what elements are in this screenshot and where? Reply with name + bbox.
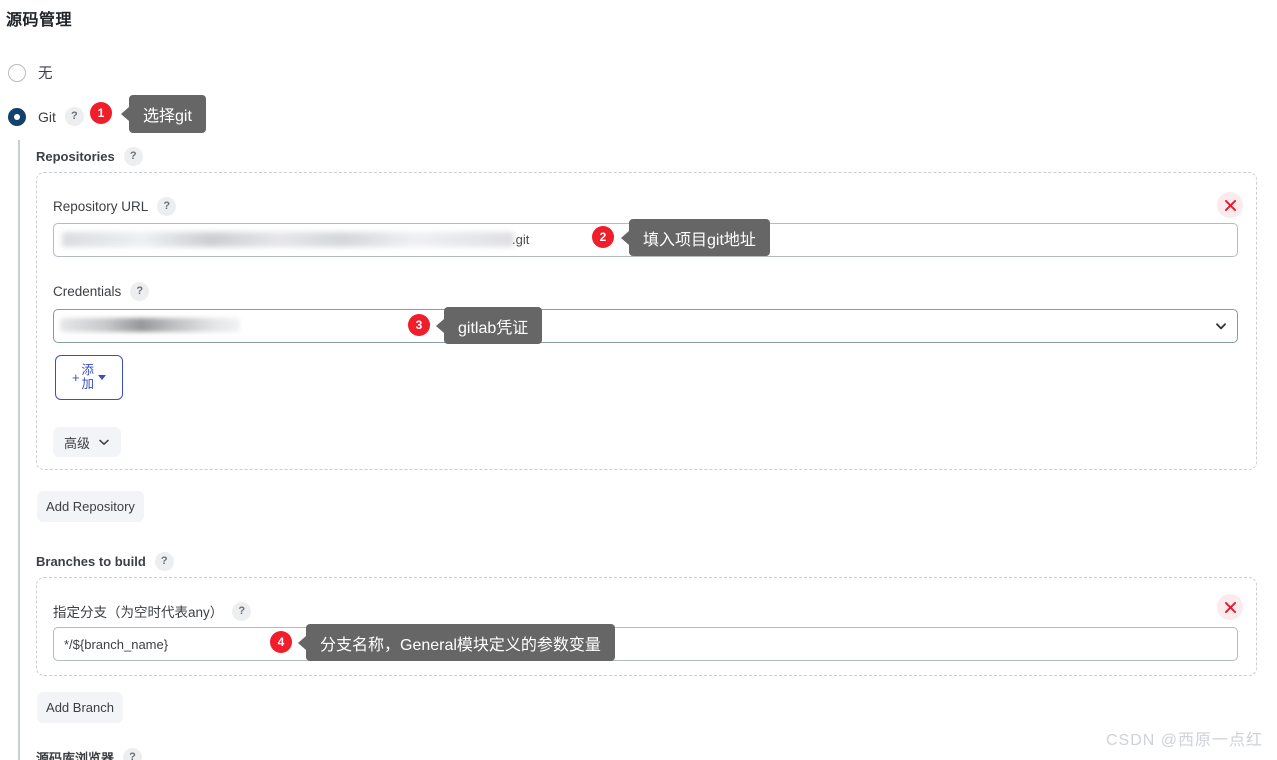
callout-marker-4: 4 — [270, 631, 292, 653]
radio-none[interactable] — [8, 63, 26, 82]
close-icon — [1224, 601, 1236, 613]
credentials-redaction — [60, 318, 240, 332]
help-icon-git[interactable]: ? — [64, 107, 84, 126]
callout-tooltip-4: 分支名称，General模块定义的参数变量 — [298, 624, 615, 661]
repository-url-label: Repository URL — [53, 199, 149, 214]
scm-option-git[interactable]: Git ? — [8, 107, 84, 126]
help-icon-credentials[interactable]: ? — [130, 282, 150, 301]
callout-marker-2: 2 — [592, 226, 614, 248]
chevron-down-icon — [99, 439, 109, 445]
add-credentials-label: 添 加 — [82, 364, 95, 390]
scm-option-git-label: Git — [38, 108, 56, 125]
close-icon — [1224, 199, 1236, 211]
add-credentials-inner: + 添 加 — [71, 364, 107, 390]
branch-specifier-label: 指定分支（为空时代表any） — [53, 605, 224, 620]
advanced-button-label: 高级 — [63, 435, 90, 451]
section-rail — [18, 140, 20, 760]
branch-specifier-input[interactable]: */${branch_name} — [53, 627, 1238, 661]
advanced-button[interactable]: 高级 — [53, 427, 121, 457]
add-credentials-label-line2: 加 — [81, 376, 95, 391]
add-repository-button[interactable]: Add Repository — [37, 491, 144, 522]
callout-marker-3: 3 — [408, 314, 430, 336]
scm-option-none[interactable]: 无 — [8, 62, 53, 83]
remove-repository-button[interactable] — [1217, 192, 1243, 218]
repository-browser-label: 源码库浏览器 — [36, 751, 115, 760]
credentials-label-row: Credentials ? — [53, 282, 150, 301]
branches-to-build-label: Branches to build — [36, 554, 146, 569]
callout-marker-1: 1 — [90, 102, 112, 124]
remove-branch-button[interactable] — [1217, 594, 1243, 620]
add-credentials-label-line1: 添 — [81, 363, 95, 378]
help-icon-repository-browser[interactable]: ? — [123, 748, 143, 760]
repository-url-redaction — [62, 232, 514, 247]
help-icon-repositories[interactable]: ? — [123, 147, 143, 166]
repository-browser-label-row: 源码库浏览器 ? — [36, 748, 143, 760]
watermark: CSDN @西原一点红 — [1105, 732, 1263, 749]
repositories-label: Repositories — [36, 149, 115, 164]
credentials-label: Credentials — [53, 284, 122, 299]
add-credentials-button[interactable]: + 添 加 — [55, 355, 123, 400]
page-title: 源码管理 — [6, 12, 73, 29]
repository-url-label-row: Repository URL ? — [53, 197, 177, 216]
branch-specifier-label-row: 指定分支（为空时代表any） ? — [53, 601, 252, 621]
help-icon-repository-url[interactable]: ? — [157, 197, 177, 216]
callout-tooltip-3: gitlab凭证 — [435, 307, 543, 344]
repositories-label-row: Repositories ? — [36, 147, 143, 166]
callout-tooltip-1: 选择git — [121, 95, 206, 133]
source-code-management-page: 源码管理 无 Git ? Repositories ? Repository U… — [0, 0, 1277, 760]
radio-git[interactable] — [8, 107, 26, 126]
help-icon-branch-specifier[interactable]: ? — [232, 601, 252, 621]
callout-tooltip-2: 填入项目git地址 — [621, 219, 770, 256]
branches-to-build-label-row: Branches to build ? — [36, 552, 174, 571]
help-icon-branches[interactable]: ? — [154, 552, 174, 571]
advanced-button-inner: 高级 — [64, 433, 110, 452]
scm-option-none-label: 无 — [38, 66, 53, 82]
add-branch-button[interactable]: Add Branch — [37, 692, 123, 723]
chevron-down-icon — [1216, 323, 1226, 330]
plus-icon: + — [71, 369, 80, 385]
repository-url-visible-tail: .git — [512, 232, 530, 247]
caret-down-icon — [98, 375, 107, 380]
